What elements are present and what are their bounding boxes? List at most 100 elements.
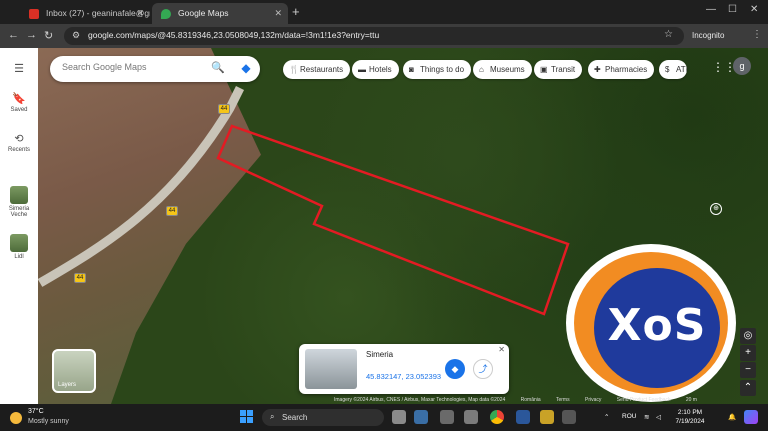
tray-chevron-icon[interactable]: ⌃ [604, 413, 609, 421]
tab-inbox[interactable]: Inbox (27) - geaninafale@gmail… ✕ [20, 3, 150, 24]
volume-icon[interactable]: ◁ [656, 413, 661, 421]
url-field[interactable]: ⚙ google.com/maps/@45.8319346,23.0508049… [64, 27, 684, 45]
address-bar: ← → ↻ ⚙ google.com/maps/@45.8319346,23.0… [0, 24, 768, 48]
close-icon[interactable]: ✕ [274, 3, 282, 24]
recent-place-lidl[interactable]: Lidl [0, 234, 38, 260]
xos-logo: XoS [566, 244, 736, 402]
imagery-credit: Imagery ©2024 Airbus, CNES / Airbus, Max… [334, 397, 506, 403]
country-label[interactable]: România [521, 397, 541, 403]
privacy-link[interactable]: Privacy [585, 397, 601, 403]
back-button[interactable]: ← [8, 29, 19, 41]
task-view-icon[interactable] [392, 410, 406, 424]
compass-icon[interactable]: ⊕ [710, 203, 722, 215]
chip-atm[interactable]: $ ATI [659, 60, 687, 79]
chip-label: Transit [551, 65, 576, 74]
bookmark-star-icon[interactable]: ☆ [664, 29, 673, 40]
notification-bell-icon[interactable]: 🔔 [728, 413, 736, 421]
app-icon[interactable] [562, 410, 576, 424]
search-input[interactable] [62, 62, 202, 72]
incognito-label[interactable]: Incognito [692, 31, 724, 40]
weather-description: Mostly sunny [28, 418, 69, 425]
expand-icon[interactable]: ⌃ [740, 380, 756, 396]
forward-button[interactable]: → [26, 29, 37, 41]
road-number-badge: 44 [166, 206, 178, 216]
close-icon[interactable]: ✕ [498, 345, 505, 354]
folder-icon[interactable] [540, 410, 554, 424]
zoom-in-button[interactable]: + [740, 345, 756, 361]
chip-label: Restaurants [300, 65, 344, 74]
browser-menu-icon[interactable]: ⋮ [752, 29, 762, 40]
camera-icon: ◙ [409, 65, 414, 74]
clock[interactable]: 2:10 PM 7/19/2024 [670, 408, 710, 426]
taskbar: 37°C Mostly sunny ⌕ Search ⌃ ROU ≋ ◁ 2:1… [0, 404, 768, 431]
logo-text: XoS [607, 300, 707, 351]
directions-icon[interactable]: ◆ [238, 60, 254, 76]
maximize-button[interactable]: ☐ [728, 4, 737, 15]
place-label-line2: Veche [10, 212, 28, 218]
hamburger-icon: ☰ [14, 63, 24, 75]
avatar[interactable]: g [733, 57, 751, 75]
museum-icon: ⌂ [479, 65, 484, 74]
chip-pharmacies[interactable]: ✚ Pharmacies [588, 60, 655, 79]
bed-icon: ▬ [358, 65, 366, 74]
word-icon[interactable] [516, 410, 530, 424]
search-icon[interactable]: 🔍 [211, 61, 225, 74]
my-location-button[interactable]: ◎ [740, 328, 756, 344]
chip-label: Things to do [420, 65, 465, 74]
saved-button[interactable]: 🔖 Saved [0, 92, 38, 113]
reload-button[interactable]: ↻ [44, 29, 53, 42]
browser-tab-bar: Inbox (27) - geaninafale@gmail… ✕ Google… [0, 0, 768, 24]
chip-label: Pharmacies [605, 65, 648, 74]
road-number-badge: 44 [218, 104, 230, 114]
close-icon[interactable]: ✕ [136, 3, 144, 24]
saved-label: Saved [10, 107, 28, 113]
file-explorer-icon[interactable] [414, 410, 428, 424]
place-thumbnail [10, 186, 28, 204]
chip-hotels[interactable]: ▬ Hotels [352, 60, 399, 79]
camera-app-icon[interactable] [464, 410, 478, 424]
site-info-icon[interactable]: ⚙ [72, 30, 80, 41]
road-number-badge: 44 [74, 273, 86, 283]
menu-button[interactable]: ☰ [0, 62, 38, 77]
taskbar-search[interactable]: ⌕ Search [262, 409, 384, 426]
share-button[interactable]: ⤴ [473, 359, 493, 379]
recents-button[interactable]: ⟲ Recents [0, 132, 38, 153]
layers-button[interactable]: Layers [52, 349, 96, 393]
place-card[interactable]: Simeria 45.832147, 23.052393 ◆ ⤴ ✕ [299, 344, 509, 394]
logo-inner: XoS [594, 268, 720, 388]
recents-label: Recents [7, 147, 30, 153]
chip-transit[interactable]: ▣ Transit [534, 60, 583, 79]
window-close-button[interactable]: ✕ [750, 4, 758, 15]
chip-museums[interactable]: ⌂ Museums [473, 60, 532, 79]
url-text: google.com/maps/@45.8319346,23.0508049,1… [88, 30, 380, 40]
scale-label[interactable]: 20 m [686, 397, 697, 403]
feedback-link[interactable]: Send Product Feedback [617, 397, 671, 403]
language-indicator[interactable]: ROU [622, 413, 636, 420]
terms-link[interactable]: Terms [556, 397, 570, 403]
app-icon[interactable] [440, 410, 454, 424]
chip-things-to-do[interactable]: ◙ Things to do [403, 60, 472, 79]
new-tab-button[interactable]: + [292, 4, 300, 19]
zoom-out-button[interactable]: − [740, 362, 756, 378]
fork-knife-icon: 🍴 [289, 65, 299, 74]
history-icon: ⟲ [14, 133, 24, 145]
search-icon: ⌕ [270, 412, 275, 421]
tab-google-maps[interactable]: Google Maps ✕ [152, 3, 288, 24]
parcel-outline [216, 124, 570, 316]
chip-label: ATI [676, 65, 687, 74]
minimize-button[interactable]: — [706, 4, 716, 15]
start-button[interactable] [240, 410, 254, 424]
transit-icon: ▣ [540, 65, 548, 74]
copilot-icon[interactable] [744, 410, 758, 424]
chip-restaurants[interactable]: 🍴 Restaurants [283, 60, 351, 79]
place-coordinates[interactable]: 45.832147, 23.052393 [366, 372, 441, 381]
recent-place-simeria[interactable]: Simeria Veche [0, 186, 38, 218]
wifi-icon[interactable]: ≋ [644, 413, 649, 421]
logo-ring: XoS [574, 252, 728, 394]
temperature: 37°C [28, 408, 44, 415]
chrome-icon[interactable] [490, 410, 504, 424]
directions-button[interactable]: ◆ [445, 359, 465, 379]
place-label: Lidl [14, 254, 24, 260]
layers-label: Layers [58, 382, 77, 388]
street-view-thumbnail[interactable] [305, 349, 357, 389]
